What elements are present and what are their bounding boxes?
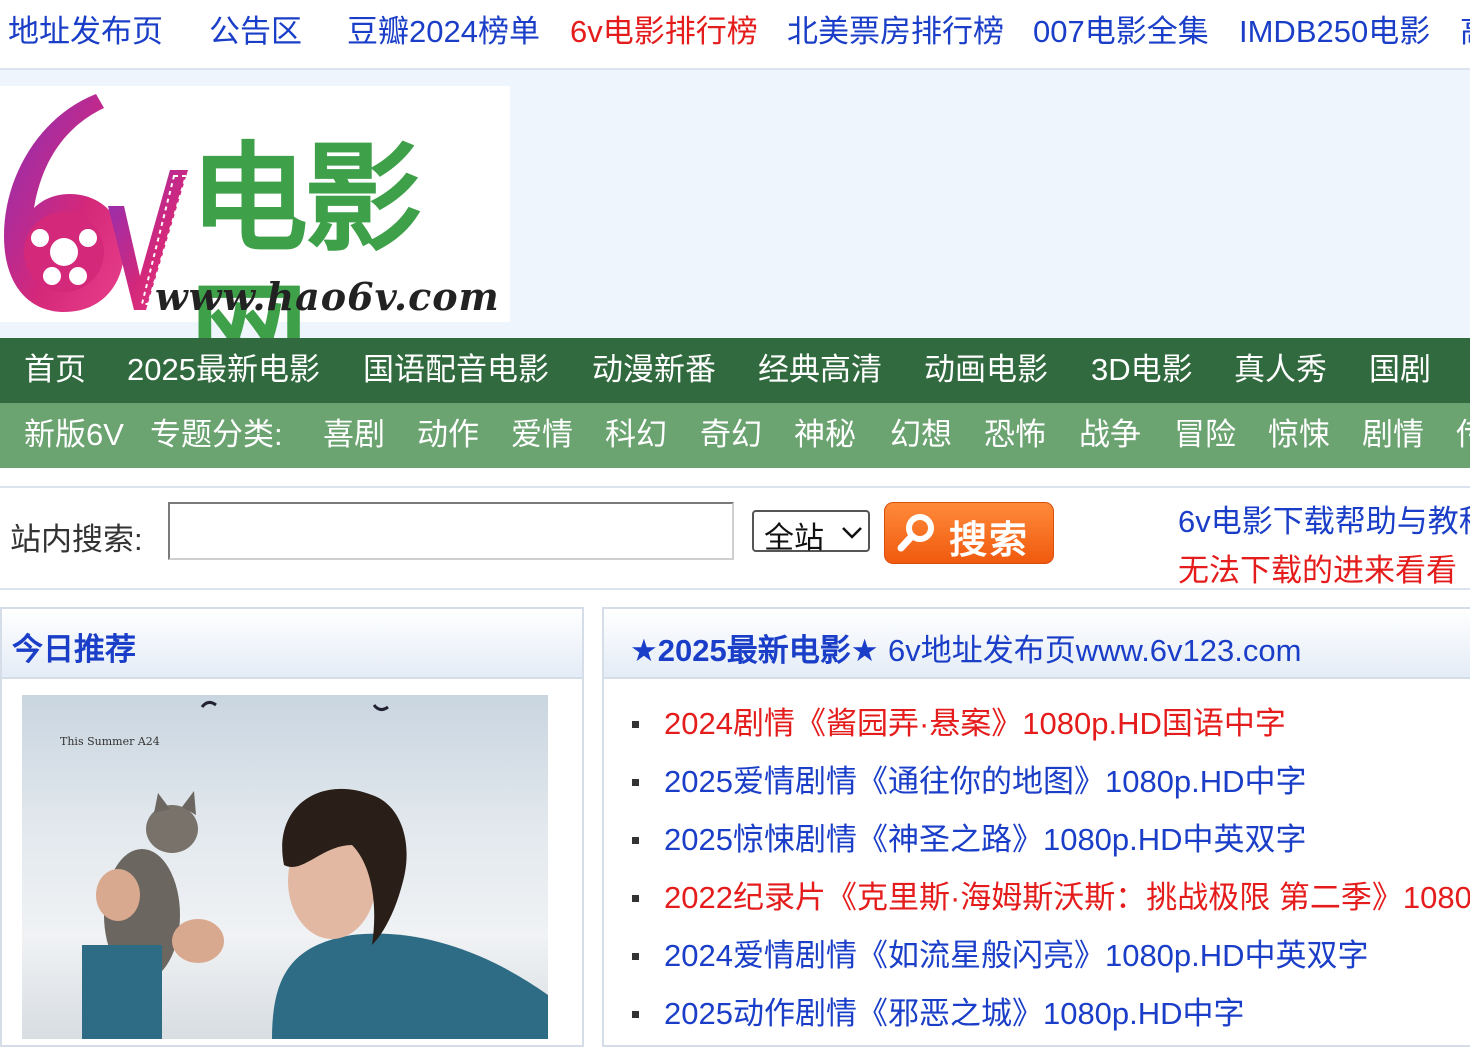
poster-image [82, 700, 548, 1039]
genre-thriller[interactable]: 惊悚 [1268, 414, 1330, 456]
genre-war[interactable]: 战争 [1079, 414, 1141, 456]
genre-comedy[interactable]: 喜剧 [323, 414, 385, 456]
latest-movies-header: ★2025最新电影★ 6v地址发布页www.6v123.com [604, 609, 1470, 679]
top-link-6v-ranking[interactable]: 6v电影排行榜 [570, 12, 758, 52]
top-link-address[interactable]: 地址发布页 [8, 12, 163, 52]
recommend-panel: 今日推荐 This Summer A24 [0, 607, 584, 1047]
nav-mandarin-dub[interactable]: 国语配音电影 [363, 349, 549, 391]
search-label: 站内搜索: [10, 522, 143, 557]
bullet-icon [632, 953, 639, 960]
nav-home[interactable]: 首页 [24, 349, 86, 391]
recommend-title: 今日推荐 [12, 632, 136, 667]
nav-anime[interactable]: 动漫新番 [592, 349, 716, 391]
genre-fantasy[interactable]: 奇幻 [700, 414, 762, 456]
search-scope-value: 全站 [764, 522, 824, 555]
genre-action[interactable]: 动作 [417, 414, 479, 456]
search-icon [897, 514, 934, 552]
movie-link[interactable]: 2022纪录片《克里斯·海姆斯沃斯：挑战极限 第二季》1080p [664, 880, 1470, 915]
top-link-douban-2024[interactable]: 豆瓣2024榜单 [347, 12, 540, 52]
movie-link[interactable]: 2024剧情《酱园弄·悬案》1080p.HD国语中字 [664, 706, 1286, 741]
recommend-panel-header: 今日推荐 [2, 609, 582, 679]
genre-biography[interactable]: 传 [1456, 414, 1470, 456]
bullet-icon [632, 837, 639, 844]
top-link-007[interactable]: 007电影全集 [1033, 12, 1209, 52]
genre-drama[interactable]: 剧情 [1362, 414, 1424, 456]
download-help-link[interactable]: 6v电影下载帮助与教程 [1178, 496, 1470, 541]
search-scope-select[interactable]: 全站 [752, 510, 870, 555]
genre-adventure[interactable]: 冒险 [1174, 414, 1236, 456]
bullet-icon [632, 1011, 639, 1018]
nav-animation[interactable]: 动画电影 [924, 349, 1048, 391]
list-item: 2022纪录片《克里斯·海姆斯沃斯：挑战极限 第二季》1080p [604, 869, 1470, 927]
top-link-box-office[interactable]: 北美票房排行榜 [787, 12, 1004, 52]
movie-link[interactable]: 2025爱情剧情《通往你的地图》1080p.HD中字 [664, 764, 1307, 799]
bullet-icon [632, 721, 639, 728]
top-link-hd[interactable]: 高 [1460, 12, 1470, 52]
list-item: 2025爱情剧情《通往你的地图》1080p.HD中字 [604, 753, 1470, 811]
genre-scifi[interactable]: 科幻 [605, 414, 667, 456]
list-item: 2024剧情《酱园弄·悬案》1080p.HD国语中字 [604, 695, 1470, 753]
top-link-announcements[interactable]: 公告区 [209, 12, 302, 52]
genre-imagination[interactable]: 幻想 [890, 414, 952, 456]
nav-classic-hd[interactable]: 经典高清 [758, 349, 882, 391]
search-button-label: 搜索 [949, 520, 1030, 562]
site-logo[interactable]: 电影网 www.hao6v.com [0, 86, 510, 406]
list-item: 2025动作剧情《邪恶之城》1080p.HD中字 [604, 985, 1470, 1043]
chevron-down-icon [840, 514, 864, 557]
genre-label: 专题分类: [150, 417, 283, 452]
genre-mystery[interactable]: 神秘 [794, 414, 856, 456]
nav-2025-movies[interactable]: 2025最新电影 [127, 349, 320, 391]
list-item: 2024爱情剧情《如流星般闪亮》1080p.HD中英双字 [604, 927, 1470, 985]
movie-link[interactable]: 2024爱情剧情《如流星般闪亮》1080p.HD中英双字 [664, 938, 1369, 973]
nav-reality[interactable]: 真人秀 [1234, 349, 1327, 391]
top-link-imdb250[interactable]: IMDB250电影 [1239, 12, 1430, 52]
bullet-icon [632, 779, 639, 786]
movie-link[interactable]: 2025动作剧情《邪恶之城》1080p.HD中字 [664, 996, 1245, 1031]
site-header: 电影网 www.hao6v.com [0, 70, 1470, 406]
search-button[interactable]: 搜索 [884, 502, 1054, 564]
address-page-link[interactable]: 6v地址发布页www.6v123.com [888, 625, 1301, 670]
download-issue-link[interactable]: 无法下载的进来看看 [1178, 545, 1457, 590]
bullet-icon [632, 895, 639, 902]
nav-domestic-drama[interactable]: 国剧 [1369, 349, 1431, 391]
latest-movies-panel: ★2025最新电影★ 6v地址发布页www.6v123.com 2024剧情《酱… [602, 607, 1470, 1047]
list-item: 2025惊悚剧情《神圣之路》1080p.HD中英双字 [604, 811, 1470, 869]
latest-movie-list: 2024剧情《酱园弄·悬案》1080p.HD国语中字 2025爱情剧情《通往你的… [604, 695, 1470, 1043]
genre-horror[interactable]: 恐怖 [984, 414, 1046, 456]
genre-nav: 新版6V 专题分类: 喜剧 动作 爱情 科幻 奇幻 神秘 幻想 恐怖 战争 冒险… [0, 403, 1470, 468]
nav-3d[interactable]: 3D电影 [1091, 349, 1193, 391]
nav-new-6v[interactable]: 新版6V [24, 414, 124, 456]
genre-romance[interactable]: 爱情 [511, 414, 573, 456]
logo-url: www.hao6v.com [155, 274, 500, 319]
latest-movies-title[interactable]: ★2025最新电影★ [630, 625, 879, 670]
recommended-movie-poster[interactable]: This Summer A24 [22, 695, 548, 1039]
top-link-bar: 地址发布页 公告区 豆瓣2024榜单 6v电影排行榜 北美票房排行榜 007电影… [0, 0, 1470, 70]
movie-link[interactable]: 2025惊悚剧情《神圣之路》1080p.HD中英双字 [664, 822, 1307, 857]
search-bar: 站内搜索: 全站 搜索 6v电影下载帮助与教程 无法下载的进来看看 [0, 486, 1470, 590]
primary-nav: 首页 2025最新电影 国语配音电影 动漫新番 经典高清 动画电影 3D电影 真… [0, 338, 1470, 403]
search-input[interactable] [168, 502, 734, 560]
